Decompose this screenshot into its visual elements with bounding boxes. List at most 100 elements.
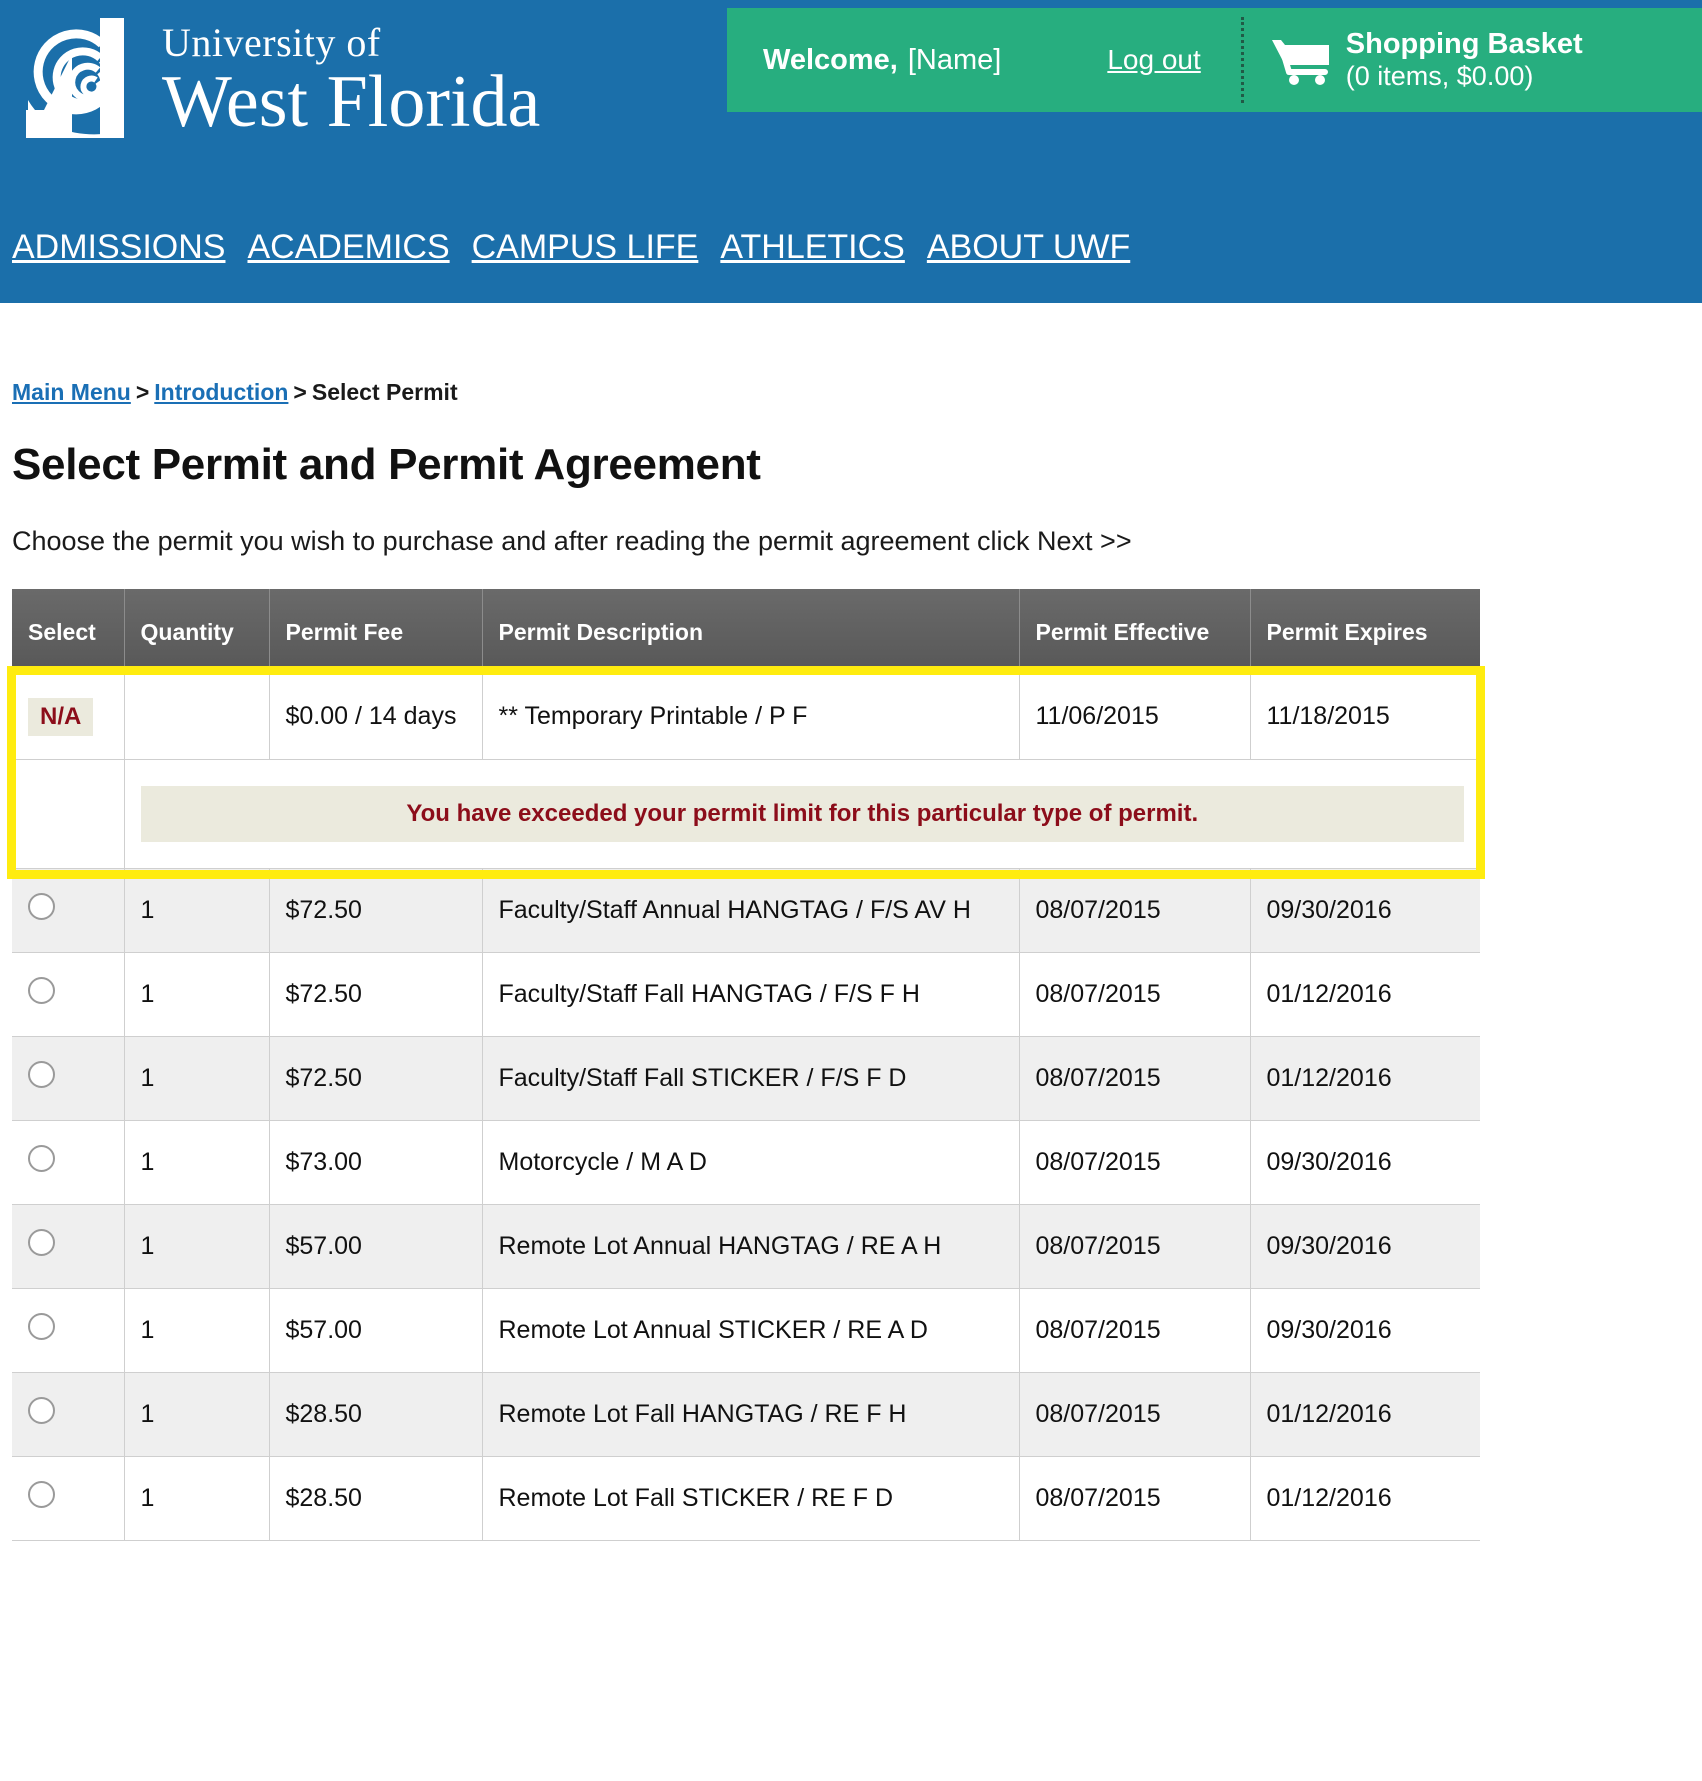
nav-item-academics[interactable]: ACADEMICS — [247, 228, 449, 267]
main-content: Main Menu > Introduction > Select Permit Sel… — [0, 379, 1702, 1541]
cell-select — [12, 1120, 125, 1205]
cell-permit-fee: $73.00 — [269, 1120, 483, 1205]
breadcrumb-separator: > — [135, 379, 150, 405]
cell-select — [12, 1456, 125, 1541]
main-navigation: ADMISSIONS ACADEMICS CAMPUS LIFE ATHLETI… — [12, 228, 1130, 267]
cell-permit-expires: 01/12/2016 — [1250, 1456, 1480, 1541]
cell-permit-effective: 11/06/2015 — [1019, 675, 1251, 760]
cell-quantity: 1 — [124, 952, 270, 1037]
permit-radio-button[interactable] — [28, 1145, 55, 1172]
nav-item-campus-life[interactable]: CAMPUS LIFE — [472, 228, 699, 267]
nav-item-athletics[interactable]: ATHLETICS — [720, 228, 905, 267]
cell-select — [12, 952, 125, 1037]
table-row[interactable]: 1 $28.50 Remote Lot Fall STICKER / RE F … — [12, 1456, 1480, 1541]
cell-permit-effective: 08/07/2015 — [1019, 1204, 1251, 1289]
wordmark-line-1: University of — [162, 20, 381, 65]
cell-permit-fee: $72.50 — [269, 1036, 483, 1121]
instructions-text: Choose the permit you wish to purchase a… — [12, 526, 1132, 556]
cell-warning-message: You have exceeded your permit limit for … — [124, 759, 1480, 869]
permit-radio-button[interactable] — [28, 1229, 55, 1256]
utility-bar: Welcome, [Name] Log out Shopping Basket … — [727, 8, 1702, 112]
cell-permit-description: Remote Lot Fall STICKER / RE F D — [482, 1456, 1020, 1541]
permit-radio-button[interactable] — [28, 1061, 55, 1088]
table-row-unavailable-permit: N/A $0.00 / 14 days ** Temporary Printab… — [12, 675, 1480, 760]
permit-radio-button[interactable] — [28, 977, 55, 1004]
site-logo[interactable]: University of West Florida — [14, 14, 540, 142]
cell-permit-expires: 01/12/2016 — [1250, 1372, 1480, 1457]
table-row[interactable]: 1 $72.50 Faculty/Staff Fall STICKER / F/… — [12, 1036, 1480, 1121]
page-title: Select Permit and Permit Agreement — [12, 440, 761, 489]
cell-permit-effective: 08/07/2015 — [1019, 1456, 1251, 1541]
page-root: University of West Florida Welcome, [Nam… — [0, 0, 1702, 1781]
cell-permit-description: Remote Lot Annual HANGTAG / RE A H — [482, 1204, 1020, 1289]
table-body: N/A $0.00 / 14 days ** Temporary Printab… — [12, 675, 1480, 1541]
breadcrumb-item-current: Select Permit — [311, 379, 458, 405]
cell-permit-expires: 09/30/2016 — [1250, 1120, 1480, 1205]
cell-permit-fee: $72.50 — [269, 952, 483, 1037]
cell-quantity: 1 — [124, 1036, 270, 1121]
cell-permit-fee: $28.50 — [269, 1372, 483, 1457]
cell-permit-expires: 09/30/2016 — [1250, 1288, 1480, 1373]
cell-permit-fee: $72.50 — [269, 868, 483, 953]
cell-select: N/A — [12, 675, 125, 760]
cell-permit-description: Remote Lot Fall HANGTAG / RE F H — [482, 1372, 1020, 1457]
cell-permit-fee: $28.50 — [269, 1456, 483, 1541]
breadcrumb: Main Menu > Introduction > Select Permit — [12, 379, 1702, 406]
cell-permit-description: ** Temporary Printable / P F — [482, 675, 1020, 760]
table-header-row: Select Quantity Permit Fee Permit Descri… — [12, 589, 1480, 675]
cell-select — [12, 1288, 125, 1373]
cell-quantity: 1 — [124, 1456, 270, 1541]
welcome-label: Welcome, — [763, 43, 898, 76]
cell-select — [12, 868, 125, 953]
permit-radio-button[interactable] — [28, 1313, 55, 1340]
column-header-select: Select — [12, 589, 125, 675]
cell-permit-effective: 08/07/2015 — [1019, 1288, 1251, 1373]
table-row[interactable]: 1 $73.00 Motorcycle / M A D 08/07/2015 0… — [12, 1120, 1480, 1205]
shopping-cart-icon — [1270, 34, 1332, 86]
cell-permit-fee: $57.00 — [269, 1204, 483, 1289]
basket-summary: (0 items, $0.00) — [1345, 61, 1534, 92]
cell-permit-expires: 09/30/2016 — [1250, 868, 1480, 953]
permit-radio-button[interactable] — [28, 1397, 55, 1424]
column-header-permit-description: Permit Description — [482, 589, 1020, 675]
logout-link[interactable]: Log out — [1107, 44, 1200, 76]
cell-quantity — [124, 675, 270, 760]
cell-select — [12, 1036, 125, 1121]
cell-permit-effective: 08/07/2015 — [1019, 1372, 1251, 1457]
table-row[interactable]: 1 $72.50 Faculty/Staff Annual HANGTAG / … — [12, 868, 1480, 953]
shopping-basket-button[interactable]: Shopping Basket (0 items, $0.00) — [1270, 27, 1583, 93]
permit-radio-button[interactable] — [28, 1481, 55, 1508]
permit-radio-button[interactable] — [28, 893, 55, 920]
cell-permit-description: Motorcycle / M A D — [482, 1120, 1020, 1205]
cell-quantity: 1 — [124, 1120, 270, 1205]
cell-permit-expires: 11/18/2015 — [1250, 675, 1480, 760]
cell-permit-fee: $0.00 / 14 days — [269, 675, 483, 760]
breadcrumb-separator: > — [293, 379, 307, 405]
breadcrumb-item-introduction[interactable]: Introduction — [154, 379, 288, 405]
cell-permit-description: Remote Lot Annual STICKER / RE A D — [482, 1288, 1020, 1373]
table-row[interactable]: 1 $57.00 Remote Lot Annual STICKER / RE … — [12, 1288, 1480, 1373]
nav-item-about-uwf[interactable]: ABOUT UWF — [927, 228, 1130, 267]
permit-table-container: Select Quantity Permit Fee Permit Descri… — [7, 589, 1485, 1541]
cell-permit-description: Faculty/Staff Annual HANGTAG / F/S AV H — [482, 868, 1020, 953]
cell-permit-fee: $57.00 — [269, 1288, 483, 1373]
cell-permit-description: Faculty/Staff Fall HANGTAG / F/S F H — [482, 952, 1020, 1037]
basket-text: Shopping Basket (0 items, $0.00) — [1346, 27, 1583, 93]
cell-permit-effective: 08/07/2015 — [1019, 1036, 1251, 1121]
cell-permit-expires: 01/12/2016 — [1250, 952, 1480, 1037]
welcome-block: Welcome, [Name] — [763, 44, 1001, 77]
column-header-quantity: Quantity — [124, 589, 270, 675]
breadcrumb-item-main-menu[interactable]: Main Menu — [12, 379, 131, 405]
permit-selection-table: Select Quantity Permit Fee Permit Descri… — [12, 589, 1480, 1541]
nav-item-admissions[interactable]: ADMISSIONS — [12, 228, 225, 267]
table-row[interactable]: 1 $72.50 Faculty/Staff Fall HANGTAG / F/… — [12, 952, 1480, 1037]
table-header: Select Quantity Permit Fee Permit Descri… — [12, 589, 1480, 675]
cell-permit-expires: 09/30/2016 — [1250, 1204, 1480, 1289]
column-header-permit-fee: Permit Fee — [269, 589, 483, 675]
table-row[interactable]: 1 $28.50 Remote Lot Fall HANGTAG / RE F … — [12, 1372, 1480, 1457]
cell-select — [12, 1372, 125, 1457]
permit-limit-warning: You have exceeded your permit limit for … — [140, 785, 1464, 842]
cell-quantity: 1 — [124, 868, 270, 953]
basket-title: Shopping Basket — [1345, 27, 1583, 60]
table-row[interactable]: 1 $57.00 Remote Lot Annual HANGTAG / RE … — [12, 1204, 1480, 1289]
